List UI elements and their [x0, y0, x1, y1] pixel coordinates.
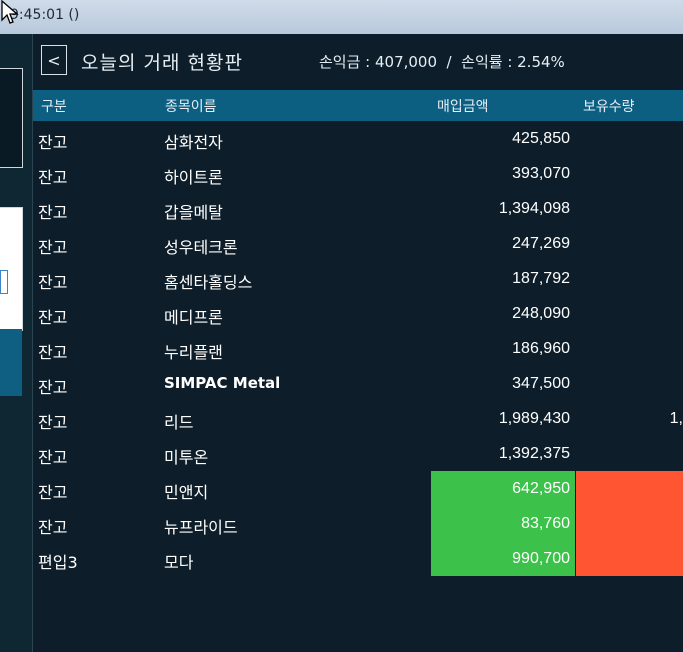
row-amount: 187,792: [512, 270, 570, 287]
row-holding: [576, 121, 683, 156]
table-row[interactable]: 잔고 하이트론 393,070: [33, 156, 683, 191]
row-type: 편입3: [38, 553, 78, 572]
window-title-bar: 9:45:01 (): [0, 0, 683, 35]
row-type: 잔고: [38, 413, 68, 432]
row-type: 잔고: [38, 273, 68, 292]
background-window-box: [0, 329, 22, 396]
row-amount: 1,392,375: [498, 445, 570, 462]
row-holding: [576, 191, 683, 226]
table-row[interactable]: 잔고 뉴프라이드 83,760: [33, 506, 683, 541]
row-type: 잔고: [38, 168, 68, 187]
row-amount: 642,950: [431, 471, 575, 506]
row-stock-name: 뉴프라이드: [164, 518, 238, 537]
row-holding: [576, 471, 683, 506]
table-row[interactable]: 잔고 갑을메탈 1,394,098: [33, 191, 683, 226]
column-header-holding[interactable]: 보유수량: [583, 96, 635, 116]
trading-status-board: < 오늘의 거래 현황판 손익금 : 407,000 / 손익률 : 2.54%…: [33, 34, 683, 652]
row-holding: 1,: [669, 410, 683, 427]
background-window-box: [0, 207, 23, 331]
row-stock-name: 모다: [164, 553, 194, 572]
row-type: 잔고: [38, 448, 68, 467]
row-stock-name: SIMPAC Metal: [164, 374, 281, 392]
background-window-box: [0, 68, 23, 168]
table-row[interactable]: 잔고 성우테크론 247,269: [33, 226, 683, 261]
row-stock-name: 민앤지: [164, 483, 209, 502]
row-type: 잔고: [38, 378, 68, 397]
row-amount: 1,989,430: [498, 410, 570, 427]
row-stock-name: 갑을메탈: [164, 203, 223, 222]
column-header-name[interactable]: 종목이름: [165, 96, 217, 116]
table-row[interactable]: 잔고 메디프론 248,090: [33, 296, 683, 331]
row-amount: 425,850: [512, 130, 570, 147]
table-row[interactable]: 잔고 삼화전자 425,850: [33, 121, 683, 156]
table-row[interactable]: 잔고 누리플랜 186,960: [33, 331, 683, 366]
row-holding: [576, 296, 683, 331]
row-amount: 83,760: [431, 506, 575, 541]
row-stock-name: 홈센타홀딩스: [164, 273, 253, 292]
mouse-cursor-icon: [1, 0, 19, 24]
profit-summary: 손익금 : 407,000 / 손익률 : 2.54%: [319, 53, 565, 71]
row-amount: 248,090: [512, 305, 570, 322]
table-row[interactable]: 잔고 SIMPAC Metal 347,500: [33, 366, 683, 401]
row-amount: 1,394,098: [498, 200, 570, 217]
row-stock-name: 삼화전자: [164, 133, 223, 152]
row-holding: [576, 436, 683, 471]
row-stock-name: 누리플랜: [164, 343, 223, 362]
row-holding: [576, 506, 683, 541]
row-amount: 186,960: [512, 340, 570, 357]
row-stock-name: 미투온: [164, 448, 209, 467]
row-holding: [576, 541, 683, 576]
row-amount: 990,700: [431, 541, 575, 576]
back-button[interactable]: <: [41, 45, 67, 75]
row-amount: 247,269: [512, 235, 570, 252]
row-stock-name: 메디프론: [164, 308, 223, 327]
row-holding: [576, 331, 683, 366]
row-holding: [576, 226, 683, 261]
table-row[interactable]: 잔고 홈센타홀딩스 187,792: [33, 261, 683, 296]
row-holding: [576, 366, 683, 401]
board-title: 오늘의 거래 현황판: [81, 52, 243, 74]
row-type: 잔고: [38, 238, 68, 257]
row-type: 잔고: [38, 308, 68, 327]
column-header-type[interactable]: 구분: [41, 96, 67, 116]
row-amount: 347,500: [512, 375, 570, 392]
row-holding: [576, 156, 683, 191]
row-stock-name: 하이트론: [164, 168, 223, 187]
table-header: 구분 종목이름 매입금액 보유수량: [33, 90, 683, 121]
table-row[interactable]: 잔고 리드 1,989,430 1,: [33, 401, 683, 436]
row-type: 잔고: [38, 133, 68, 152]
table-row[interactable]: 잔고 미투온 1,392,375: [33, 436, 683, 471]
table-row[interactable]: 잔고 민앤지 642,950: [33, 471, 683, 506]
row-type: 잔고: [38, 518, 68, 537]
row-amount: 393,070: [512, 165, 570, 182]
row-type: 잔고: [38, 343, 68, 362]
row-type: 잔고: [38, 203, 68, 222]
background-input-field: [0, 270, 8, 294]
column-header-amount[interactable]: 매입금액: [437, 96, 489, 116]
row-type: 잔고: [38, 483, 68, 502]
row-stock-name: 성우테크론: [164, 238, 238, 257]
row-holding: [576, 261, 683, 296]
table-row[interactable]: 편입3 모다 990,700: [33, 541, 683, 576]
row-stock-name: 리드: [164, 413, 194, 432]
